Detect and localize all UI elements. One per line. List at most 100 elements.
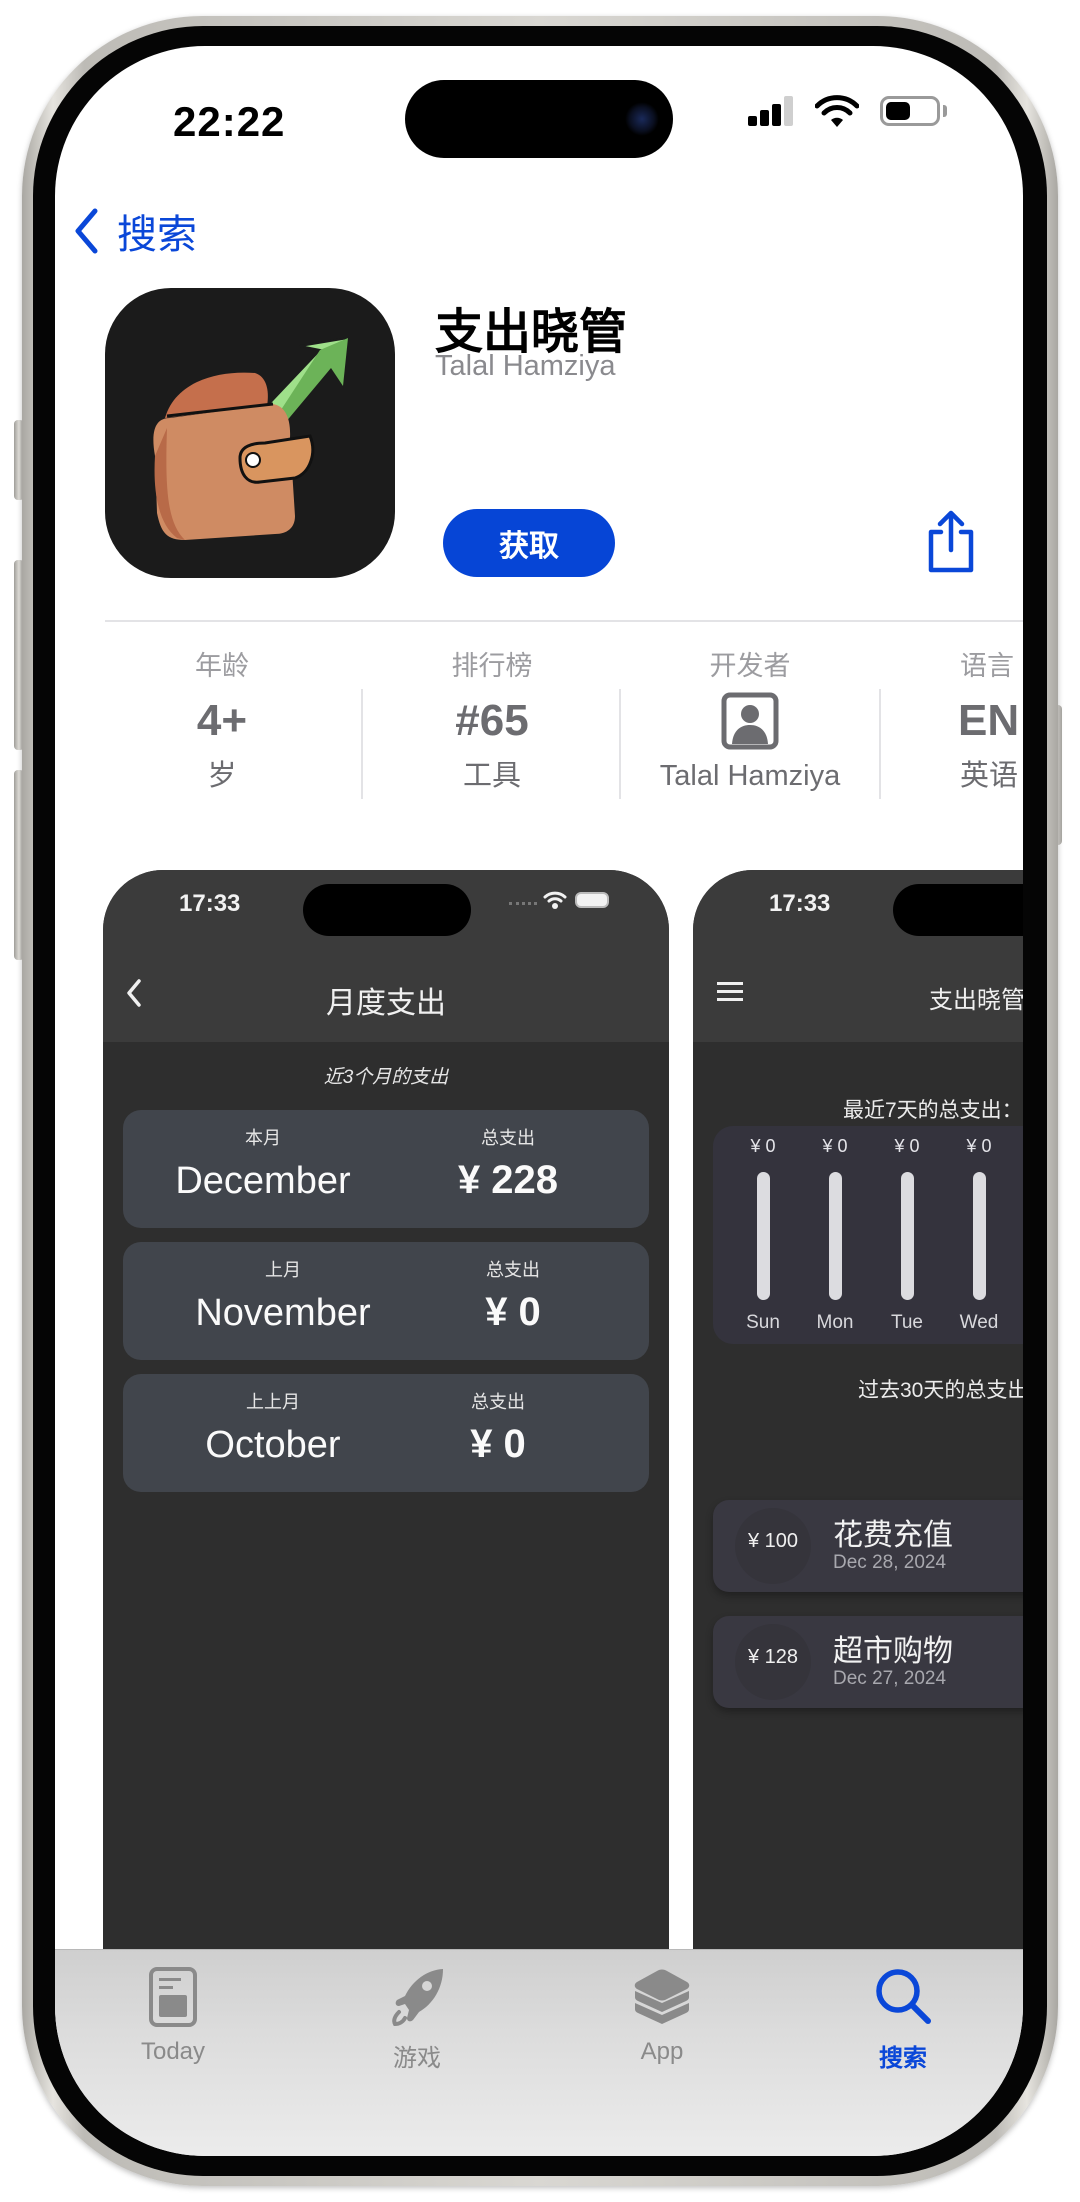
bar-value-label: ¥ 0 [750,1136,776,1156]
tab-label: 游戏 [393,2045,441,2072]
stat-value: #65 [455,696,529,745]
stat-label: 开发者 [709,651,791,681]
stat-sub: 英语 [960,760,1019,792]
month-amount: ¥ 0 [485,1290,541,1334]
stat-language[interactable]: 语言 EN 英语 [900,646,1023,796]
transaction-date: Dec 27, 2024 [833,1668,947,1689]
tab-bar: Today 游戏 App 搜索 [55,1949,1023,2156]
signal-bar [784,96,793,126]
stat-value [640,686,860,756]
tab-games[interactable]: 游戏 [347,1964,487,2073]
stat-divider [619,689,621,799]
app-icon [105,288,395,578]
tab-search[interactable]: 搜索 [833,1964,973,2073]
share-icon [928,510,974,573]
shot-status-time: 17:33 [769,890,831,917]
transaction-title: 花费充值 [833,1519,953,1552]
bar-value-label: ¥ 0 [894,1136,920,1156]
stat-label: 语言 [960,651,1014,681]
search-icon [876,1969,931,2024]
stat-sub: 工具 [462,760,521,792]
stat-sub: 岁 [207,760,237,792]
screenshot-2[interactable]: 17:33 支出晓管 最近7天的总支出： ¥ 0 Sun ¥ 0 Mon ¥ 0 Tue ¥… [693,870,1023,1950]
shot-signal-dots [509,902,537,909]
month-total-label: 总支出 [471,1392,525,1412]
signal-bar [772,104,781,126]
front-camera [625,102,659,136]
back-label: 搜索 [117,213,197,257]
stat-value: 4+ [196,696,248,745]
app-store-screen: 22:22 搜索 支出晓管 Talal Hamziya 获取 年龄 4+ 岁 排… [55,46,1023,2156]
month-amount: ¥ 0 [470,1422,526,1466]
month-amount: ¥ 228 [457,1158,559,1202]
battery-fill [886,102,910,120]
day-label: Sun [746,1312,780,1333]
month-card: 上上月 总支出 October ¥ 0 [123,1374,649,1492]
stat-value: EN [958,696,1020,745]
day-bar [757,1172,770,1300]
stat-chart-rank[interactable]: 排行榜 #65 工具 [382,646,602,796]
signal-bar [760,110,769,126]
layers-icon [634,1969,690,2024]
week-heading: 最近7天的总支出： [843,1099,1023,1122]
stat-sub: Talal Hamziya [659,760,841,792]
day-label: Wed [959,1312,999,1333]
stat-divider [361,689,363,799]
tab-label: Today [140,2038,206,2065]
dynamic-island [405,80,673,158]
stat-label: 排行榜 [451,651,533,681]
day-bar [973,1172,986,1300]
shot-title: 支出晓管 [929,987,1023,1014]
menu-line [717,982,743,985]
month-heading: 过去30天的总支出： [858,1379,1023,1402]
month-card: 本月 总支出 December ¥ 228 [123,1110,649,1228]
rocket-icon [392,1969,443,2027]
battery-tip [943,105,947,117]
person-icon [721,692,779,750]
stat-divider [879,689,881,799]
shot-battery-icon [575,892,609,908]
menu-line [717,998,743,1001]
month-name: November [195,1292,371,1334]
month-total-label: 总支出 [481,1128,535,1148]
shot-dynamic-island [893,884,1023,936]
wallet-with-green-arrow-icon [153,336,350,540]
month-period: 上月 [265,1260,301,1280]
signal-bar [748,116,757,126]
month-total-label: 总支出 [486,1260,540,1280]
chevron-left-icon [75,208,98,254]
app-developer-link[interactable]: Talal Hamziya [435,350,616,383]
back-button[interactable]: 搜索 [73,201,197,261]
shot-title: 月度支出 [326,987,446,1020]
month-name: October [205,1424,341,1466]
share-button[interactable] [923,508,979,576]
month-name: December [175,1160,351,1202]
get-button[interactable]: 获取 [443,509,615,577]
stat-age[interactable]: 年龄 4+ 岁 [112,646,332,796]
month-card: 上月 总支出 November ¥ 0 [123,1242,649,1360]
bar-value-label: ¥ 0 [822,1136,848,1156]
transaction-title: 超市购物 [833,1635,953,1668]
day-label: Mon [816,1312,854,1333]
tab-label: 搜索 [879,2045,927,2072]
menu-line [717,990,743,993]
day-bar [901,1172,914,1300]
tab-today[interactable]: Today [103,1964,243,2066]
status-time: 22:22 [173,98,286,145]
today-icon [149,1967,197,2027]
month-period: 本月 [245,1128,281,1148]
stat-developer[interactable]: 开发者 Talal Hamziya [640,646,860,796]
hamburger-menu-icon [717,982,743,1002]
shot-dynamic-island [303,884,471,936]
tab-apps[interactable]: App [592,1964,732,2066]
transaction-amount: ¥ 100 [747,1530,799,1552]
tab-label: App [640,2038,684,2065]
week-bar-chart: ¥ 0 Sun ¥ 0 Mon ¥ 0 Tue ¥ 0 Wed [713,1126,1023,1344]
screenshot-1[interactable]: 17:33 月度支出 近3个月的支出 本月 总支出 December ¥ 228… [103,870,669,1950]
day-label: Tue [890,1312,924,1333]
transaction-amount: ¥ 128 [747,1646,799,1668]
battery-body [880,96,940,126]
transaction-item[interactable]: ¥ 100 花费充值 Dec 28, 2024 [713,1500,1023,1592]
transaction-item[interactable]: ¥ 128 超市购物 Dec 27, 2024 [713,1616,1023,1708]
day-bar [829,1172,842,1300]
